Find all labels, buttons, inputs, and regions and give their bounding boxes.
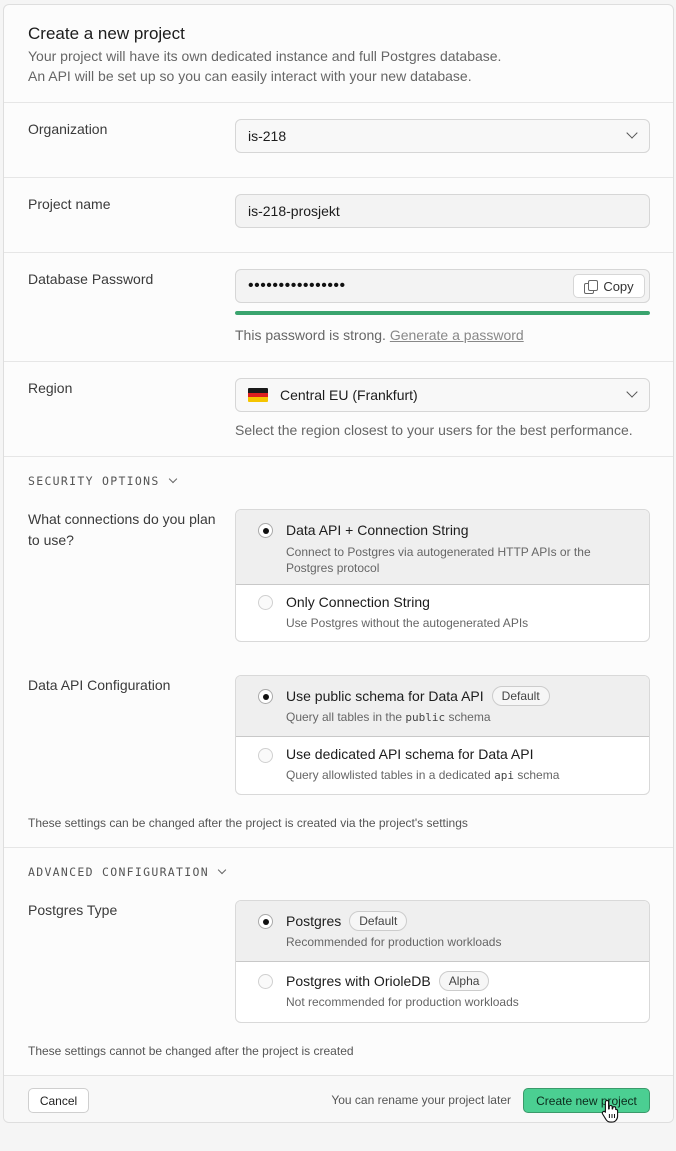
divider: [4, 361, 673, 362]
description-text: Query allowlisted tables in a dedicated: [286, 768, 491, 782]
copy-button-label: Copy: [603, 278, 634, 294]
security-settings-note: These settings can be changed after the …: [28, 816, 468, 830]
postgres-type-radio-group: Postgres Default Recommended for product…: [235, 900, 650, 1023]
default-badge: Default: [349, 911, 408, 931]
password-strength-message: This password is strong.: [235, 327, 386, 343]
region-value: Central EU (Frankfurt): [280, 387, 418, 403]
radio-option-title: Data API + Connection String: [286, 522, 469, 538]
radio-option-data-api-connection-string[interactable]: Data API + Connection String Connect to …: [236, 510, 649, 585]
copy-icon: [584, 279, 599, 294]
region-label: Region: [28, 380, 73, 396]
page-subtitle-line2: An API will be set up so you can easily …: [28, 68, 472, 84]
page-title: Create a new project: [28, 24, 185, 43]
project-name-input[interactable]: is-218-prosjekt: [235, 194, 650, 228]
alpha-badge: Alpha: [438, 971, 490, 991]
radio-button[interactable]: [258, 748, 273, 763]
advanced-settings-note: These settings cannot be changed after t…: [28, 1044, 354, 1058]
radio-option-description: Recommended for production workloads: [286, 935, 502, 949]
data-api-radio-group: Use public schema for Data API Default Q…: [235, 675, 650, 795]
radio-option-description: Query all tables in the public schema: [286, 709, 633, 726]
radio-option-postgres-orioledb[interactable]: Postgres with OrioleDB Alpha Not recomme…: [236, 961, 649, 1022]
schema-code: api: [494, 769, 515, 782]
hand-cursor-icon: [601, 1099, 619, 1123]
radio-option-title-text: Postgres with OrioleDB: [286, 973, 431, 989]
description-text: schema: [517, 768, 560, 782]
divider: [4, 177, 673, 178]
password-strength-bar: [235, 311, 650, 315]
radio-option-postgres[interactable]: Postgres Default Recommended for product…: [236, 901, 649, 962]
radio-option-title-text: Use public schema for Data API: [286, 688, 484, 704]
radio-option-title: Use dedicated API schema for Data API: [286, 746, 534, 762]
chevron-down-icon: [217, 865, 227, 875]
radio-option-description: Query allowlisted tables in a dedicated …: [286, 767, 633, 784]
radio-option-title: Only Connection String: [286, 594, 430, 610]
chevron-down-icon: [168, 474, 177, 484]
description-text: Query all tables in the: [286, 710, 403, 724]
data-api-configuration-label: Data API Configuration: [28, 677, 171, 693]
organization-select[interactable]: is-218: [235, 119, 650, 153]
divider: [4, 102, 673, 103]
database-password-label: Database Password: [28, 271, 154, 287]
region-hint: Select the region closest to your users …: [235, 422, 633, 438]
divider: [4, 252, 673, 253]
database-password-input[interactable]: •••••••••••••••• Copy: [235, 269, 650, 303]
security-options-heading: SECURITY OPTIONS: [28, 474, 160, 488]
project-name-label: Project name: [28, 196, 111, 212]
description-text: schema: [448, 710, 491, 724]
postgres-type-label: Postgres Type: [28, 902, 118, 918]
radio-option-title-text: Postgres: [286, 913, 342, 929]
connections-radio-group: Data API + Connection String Connect to …: [235, 509, 650, 642]
password-strength-fill: [235, 311, 650, 315]
radio-option-description: Not recommended for production workloads: [286, 995, 519, 1009]
radio-option-title: Postgres with OrioleDB Alpha: [286, 971, 490, 991]
default-badge: Default: [491, 686, 550, 706]
rename-note: You can rename your project later: [331, 1093, 511, 1107]
cancel-button[interactable]: Cancel: [28, 1088, 89, 1113]
radio-button[interactable]: [258, 914, 273, 929]
dialog-footer: Cancel You can rename your project later…: [4, 1075, 673, 1122]
region-select[interactable]: Central EU (Frankfurt): [235, 378, 650, 412]
radio-option-description: Connect to Postgres via autogenerated HT…: [286, 545, 591, 575]
password-masked-value: ••••••••••••••••: [248, 277, 346, 294]
copy-password-button[interactable]: Copy: [573, 274, 645, 298]
radio-option-only-connection-string[interactable]: Only Connection String Use Postgres with…: [236, 584, 649, 641]
divider: [4, 847, 673, 848]
password-strength-text: This password is strong. Generate a pass…: [235, 327, 524, 343]
schema-code: public: [405, 711, 446, 724]
radio-button[interactable]: [258, 523, 273, 538]
radio-option-title: Use public schema for Data API Default: [286, 686, 550, 706]
radio-option-public-schema[interactable]: Use public schema for Data API Default Q…: [236, 676, 649, 737]
security-options-toggle[interactable]: SECURITY OPTIONS: [28, 474, 177, 488]
page-subtitle-line1: Your project will have its own dedicated…: [28, 48, 502, 64]
radio-button[interactable]: [258, 689, 273, 704]
germany-flag-icon: [248, 388, 268, 402]
generate-password-link[interactable]: Generate a password: [390, 327, 524, 343]
radio-option-description: Use Postgres without the autogenerated A…: [286, 616, 529, 630]
project-name-value: is-218-prosjekt: [248, 203, 340, 219]
advanced-configuration-toggle[interactable]: ADVANCED CONFIGURATION: [28, 865, 227, 879]
organization-label: Organization: [28, 121, 108, 137]
radio-button[interactable]: [258, 974, 273, 989]
radio-button[interactable]: [258, 595, 273, 610]
radio-option-title: Postgres Default: [286, 911, 408, 931]
chevron-down-icon: [626, 386, 638, 398]
divider: [4, 456, 673, 457]
organization-value: is-218: [248, 128, 287, 144]
chevron-down-icon: [626, 127, 638, 139]
connections-label: What connections do you plan to use?: [28, 511, 216, 548]
create-project-dialog: Create a new project Your project will h…: [3, 4, 674, 1123]
radio-option-dedicated-api-schema[interactable]: Use dedicated API schema for Data API Qu…: [236, 736, 649, 794]
create-project-button[interactable]: Create new project: [523, 1088, 650, 1113]
advanced-configuration-heading: ADVANCED CONFIGURATION: [28, 865, 209, 879]
